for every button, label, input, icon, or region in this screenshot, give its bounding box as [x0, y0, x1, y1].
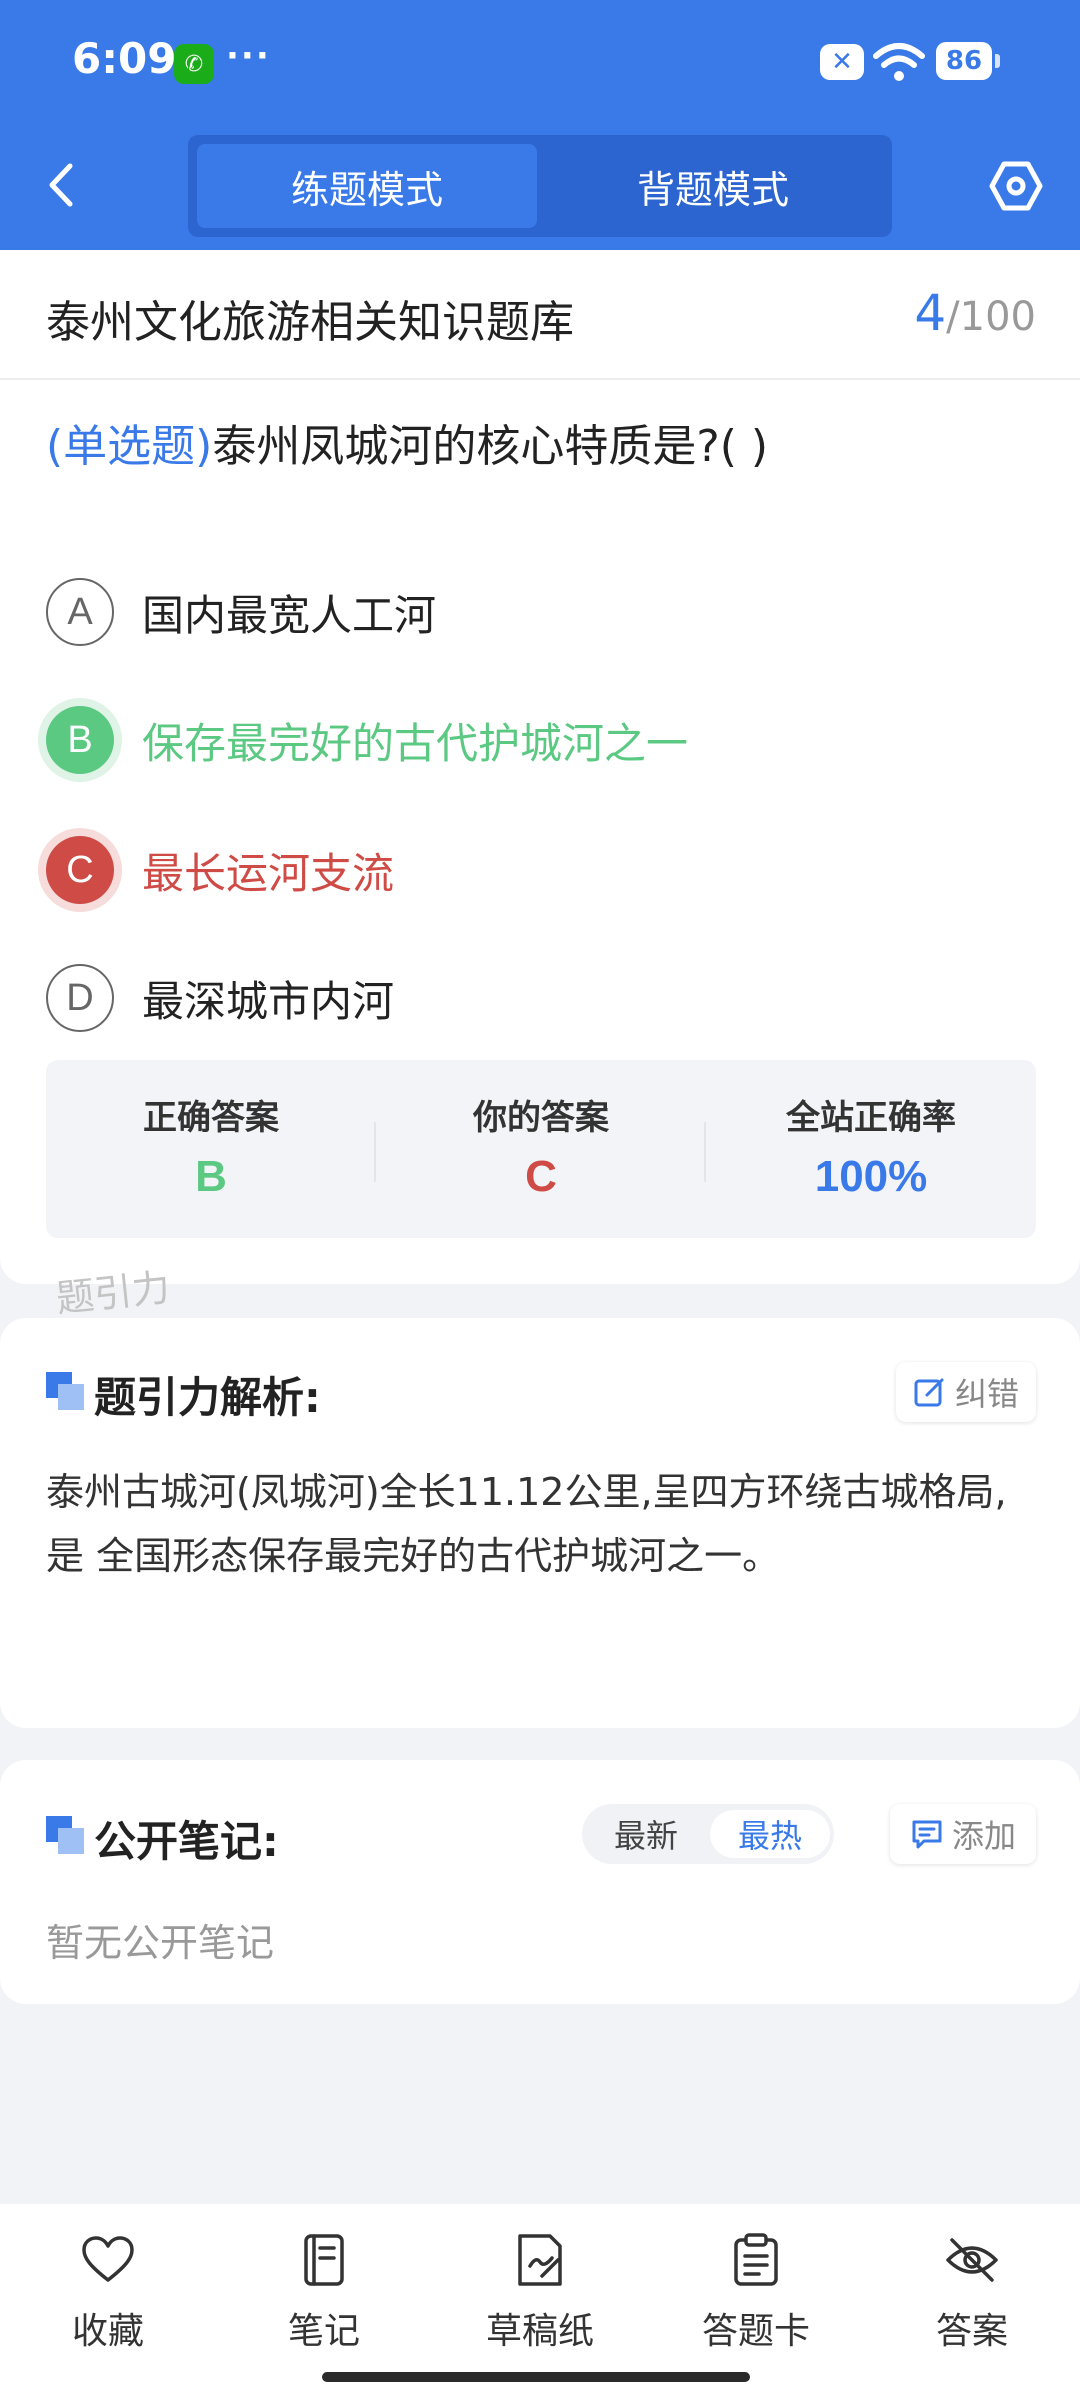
no-sim-icon: ✕ [820, 44, 864, 80]
top-bar: 6:09 ✆ ··· ✕ 86 练题模式 背题模式 [0, 0, 1080, 250]
bottom-nav: 收藏 笔记 草稿纸 答题卡 答案 [0, 2204, 1080, 2400]
section-square-icon [46, 1372, 84, 1410]
question-type: (单选题) [46, 421, 213, 472]
watermark: 题引力 [54, 1265, 173, 1321]
total-questions: /100 [946, 294, 1036, 340]
nav-label: 答案 [935, 2311, 1008, 2352]
report-error-button[interactable]: 纠错 [896, 1362, 1036, 1422]
eye-off-icon [946, 2238, 998, 2282]
settings-icon[interactable] [988, 158, 1044, 214]
option-text: 保存最完好的古代护城河之一 [142, 718, 689, 768]
current-question-number: 4 [914, 284, 947, 342]
notes-empty-text: 暂无公开笔记 [46, 1921, 275, 1965]
accuracy-value: 100% [814, 1152, 928, 1201]
question-counter: 4/100 [914, 284, 1036, 342]
option-a[interactable]: A 国内最宽人工河 [46, 576, 436, 648]
option-text: 最深城市内河 [142, 976, 395, 1026]
nav-answer-sheet[interactable]: 答题卡 [648, 2232, 864, 2354]
answer-stats: 正确答案 B 你的答案 C 全站正确率 100% [46, 1060, 1036, 1238]
option-d[interactable]: D 最深城市内河 [46, 962, 394, 1034]
accuracy-stat: 全站正确率 100% [706, 1060, 1036, 1238]
status-bar: 6:09 ✆ ··· ✕ 86 [0, 0, 1080, 125]
nav-label: 草稿纸 [485, 2311, 594, 2352]
question: (单选题)泰州凤城河的核心特质是?( ) [46, 410, 768, 474]
option-b[interactable]: B 保存最完好的古代护城河之一 [46, 704, 688, 776]
add-note-button[interactable]: 添加 [890, 1804, 1036, 1864]
question-bank-title: 泰州文化旅游相关知识题库 [46, 297, 574, 348]
question-text: 泰州凤城河的核心特质是?( ) [212, 421, 769, 472]
notes-sort-toggle: 最新 最热 [582, 1804, 834, 1864]
tab-memorize-mode[interactable]: 背题模式 [543, 144, 883, 228]
sort-hot[interactable]: 最热 [710, 1810, 830, 1858]
tab-practice-mode[interactable]: 练题模式 [197, 144, 537, 228]
mode-switch: 练题模式 背题模式 [188, 135, 892, 237]
nav-label: 笔记 [287, 2311, 360, 2352]
option-text: 国内最宽人工河 [142, 590, 437, 640]
public-notes-title: 公开笔记: [94, 1817, 279, 1866]
question-card: 泰州文化旅游相关知识题库 4/100 (单选题)泰州凤城河的核心特质是?( ) … [0, 250, 1080, 1284]
report-error-label: 纠错 [954, 1375, 1019, 1413]
back-arrow-icon[interactable] [42, 160, 82, 210]
your-answer-label: 你的答案 [473, 1098, 609, 1138]
correct-answer-value: B [195, 1152, 227, 1201]
analysis-text: 泰州古城河(凤城河)全长11.12公里,呈四方环绕古城格局,是 全国形态保存最完… [46, 1470, 1007, 1578]
public-notes-card: 公开笔记: 最新 最热 添加 暂无公开笔记 [0, 1760, 1080, 2004]
divider [0, 378, 1080, 380]
wifi-icon [873, 43, 925, 81]
comment-icon [912, 1820, 942, 1849]
add-note-label: 添加 [951, 1817, 1016, 1855]
nav-label: 答题卡 [701, 2311, 810, 2352]
nav-notes[interactable]: 笔记 [216, 2232, 432, 2354]
option-c[interactable]: C 最长运河支流 [46, 834, 394, 906]
option-text: 最长运河支流 [142, 848, 395, 898]
more-notifications-icon: ··· [226, 36, 271, 76]
notebook-icon [304, 2234, 344, 2286]
sort-latest[interactable]: 最新 [586, 1810, 706, 1858]
nav-label: 收藏 [71, 2311, 144, 2352]
draft-icon [518, 2234, 562, 2286]
wechat-notification-icon: ✆ [174, 44, 214, 84]
your-answer-stat: 你的答案 C [376, 1060, 706, 1238]
nav-draft[interactable]: 草稿纸 [432, 2232, 648, 2354]
edit-icon [914, 1378, 944, 1407]
correct-answer-label: 正确答案 [143, 1098, 279, 1138]
option-letter: B [46, 706, 114, 774]
home-indicator[interactable] [322, 2372, 750, 2382]
status-time: 6:09 [72, 34, 177, 83]
option-letter: D [46, 964, 114, 1032]
option-letter: C [46, 836, 114, 904]
nav-favorite[interactable]: 收藏 [0, 2232, 216, 2354]
answer-sheet-icon [734, 2233, 778, 2286]
analysis-title: 题引力解析: [94, 1373, 321, 1422]
option-letter: A [46, 578, 114, 646]
your-answer-value: C [525, 1152, 557, 1201]
accuracy-label: 全站正确率 [786, 1098, 956, 1138]
nav-answer[interactable]: 答案 [864, 2232, 1080, 2354]
section-square-icon [46, 1816, 84, 1854]
battery-icon: 86 [936, 42, 1000, 80]
analysis-card: 题引力解析: 纠错 泰州古城河(凤城河)全长11.12公里,呈四方环绕古城格局,… [0, 1318, 1080, 1728]
correct-answer-stat: 正确答案 B [46, 1060, 376, 1238]
heart-icon [82, 2236, 134, 2282]
